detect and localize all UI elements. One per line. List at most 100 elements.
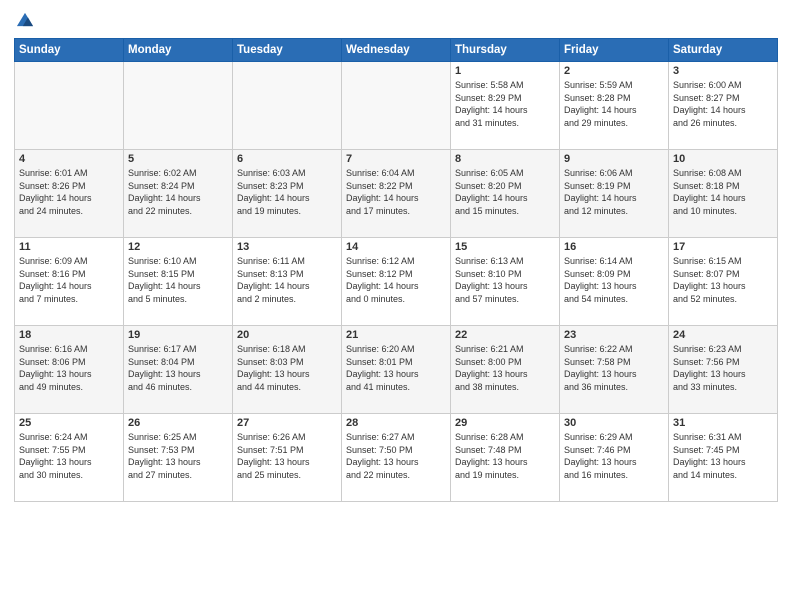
day-info: Sunrise: 6:22 AM Sunset: 7:58 PM Dayligh… <box>564 343 664 393</box>
day-number: 8 <box>455 153 555 165</box>
day-info: Sunrise: 6:16 AM Sunset: 8:06 PM Dayligh… <box>19 343 119 393</box>
weekday-header: Saturday <box>669 39 778 62</box>
calendar-cell: 13 Sunrise: 6:11 AM Sunset: 8:13 PM Dayli… <box>233 238 342 326</box>
calendar-cell: 22Sunrise: 6:21 AM Sunset: 8:00 PM Dayli… <box>451 326 560 414</box>
day-info: Sunrise: 5:58 AM Sunset: 8:29 PM Dayligh… <box>455 79 555 129</box>
day-info: Sunrise: 6:08 AM Sunset: 8:18 PM Dayligh… <box>673 167 773 217</box>
weekday-row: SundayMondayTuesdayWednesdayThursdayFrid… <box>15 39 778 62</box>
day-number: 23 <box>564 329 664 341</box>
day-number: 31 <box>673 417 773 429</box>
calendar-cell: 11 Sunrise: 6:09 AM Sunset: 8:16 PM Dayli… <box>15 238 124 326</box>
weekday-header: Wednesday <box>342 39 451 62</box>
day-number: 24 <box>673 329 773 341</box>
day-number: 18 <box>19 329 119 341</box>
calendar-cell: 30 Sunrise: 6:29 AM Sunset: 7:46 PM Dayli… <box>560 414 669 502</box>
calendar-cell <box>124 62 233 150</box>
day-info: Sunrise: 6:27 AM Sunset: 7:50 PM Dayligh… <box>346 431 446 481</box>
day-info: Sunrise: 6:05 AM Sunset: 8:20 PM Dayligh… <box>455 167 555 217</box>
calendar-cell: 17 Sunrise: 6:15 AM Sunset: 8:07 PM Dayli… <box>669 238 778 326</box>
day-info: Sunrise: 6:04 AM Sunset: 8:22 PM Dayligh… <box>346 167 446 217</box>
day-number: 5 <box>128 153 228 165</box>
page-container: SundayMondayTuesdayWednesdayThursdayFrid… <box>0 0 792 612</box>
calendar-cell: 12 Sunrise: 6:10 AM Sunset: 8:15 PM Dayli… <box>124 238 233 326</box>
calendar-cell: 18 Sunrise: 6:16 AM Sunset: 8:06 PM Dayli… <box>15 326 124 414</box>
calendar-cell: 15 Sunrise: 6:13 AM Sunset: 8:10 PM Dayli… <box>451 238 560 326</box>
day-info: Sunrise: 6:11 AM Sunset: 8:13 PM Dayligh… <box>237 255 337 305</box>
day-info: Sunrise: 6:09 AM Sunset: 8:16 PM Dayligh… <box>19 255 119 305</box>
day-info: Sunrise: 6:24 AM Sunset: 7:55 PM Dayligh… <box>19 431 119 481</box>
calendar-cell: 31 Sunrise: 6:31 AM Sunset: 7:45 PM Dayli… <box>669 414 778 502</box>
calendar-cell <box>233 62 342 150</box>
calendar-cell: 6 Sunrise: 6:03 AM Sunset: 8:23 PM Daylig… <box>233 150 342 238</box>
day-number: 16 <box>564 241 664 253</box>
day-info: Sunrise: 6:26 AM Sunset: 7:51 PM Dayligh… <box>237 431 337 481</box>
day-number: 12 <box>128 241 228 253</box>
day-info: Sunrise: 5:59 AM Sunset: 8:28 PM Dayligh… <box>564 79 664 129</box>
calendar-cell: 7 Sunrise: 6:04 AM Sunset: 8:22 PM Daylig… <box>342 150 451 238</box>
day-info: Sunrise: 6:14 AM Sunset: 8:09 PM Dayligh… <box>564 255 664 305</box>
calendar-cell <box>15 62 124 150</box>
day-number: 10 <box>673 153 773 165</box>
day-number: 17 <box>673 241 773 253</box>
day-info: Sunrise: 6:15 AM Sunset: 8:07 PM Dayligh… <box>673 255 773 305</box>
day-number: 28 <box>346 417 446 429</box>
calendar-cell: 16 Sunrise: 6:14 AM Sunset: 8:09 PM Dayli… <box>560 238 669 326</box>
day-info: Sunrise: 6:02 AM Sunset: 8:24 PM Dayligh… <box>128 167 228 217</box>
day-number: 14 <box>346 241 446 253</box>
header <box>14 10 778 32</box>
day-number: 3 <box>673 65 773 77</box>
day-number: 21 <box>346 329 446 341</box>
calendar-cell: 14 Sunrise: 6:12 AM Sunset: 8:12 PM Dayli… <box>342 238 451 326</box>
day-info: Sunrise: 6:10 AM Sunset: 8:15 PM Dayligh… <box>128 255 228 305</box>
day-info: Sunrise: 6:28 AM Sunset: 7:48 PM Dayligh… <box>455 431 555 481</box>
day-number: 25 <box>19 417 119 429</box>
day-number: 11 <box>19 241 119 253</box>
calendar-cell: 21Sunrise: 6:20 AM Sunset: 8:01 PM Dayli… <box>342 326 451 414</box>
day-info: Sunrise: 6:21 AM Sunset: 8:00 PM Dayligh… <box>455 343 555 393</box>
day-info: Sunrise: 6:03 AM Sunset: 8:23 PM Dayligh… <box>237 167 337 217</box>
day-info: Sunrise: 6:00 AM Sunset: 8:27 PM Dayligh… <box>673 79 773 129</box>
day-info: Sunrise: 6:13 AM Sunset: 8:10 PM Dayligh… <box>455 255 555 305</box>
calendar-cell: 8 Sunrise: 6:05 AM Sunset: 8:20 PM Daylig… <box>451 150 560 238</box>
calendar-cell: 28 Sunrise: 6:27 AM Sunset: 7:50 PM Dayli… <box>342 414 451 502</box>
calendar-cell: 23 Sunrise: 6:22 AM Sunset: 7:58 PM Dayli… <box>560 326 669 414</box>
day-number: 4 <box>19 153 119 165</box>
day-number: 29 <box>455 417 555 429</box>
calendar-cell: 2 Sunrise: 5:59 AM Sunset: 8:28 PM Daylig… <box>560 62 669 150</box>
calendar-cell: 26Sunrise: 6:25 AM Sunset: 7:53 PM Dayli… <box>124 414 233 502</box>
calendar-week-row: 1 Sunrise: 5:58 AM Sunset: 8:29 PM Daylig… <box>15 62 778 150</box>
day-info: Sunrise: 6:25 AM Sunset: 7:53 PM Dayligh… <box>128 431 228 481</box>
weekday-header: Sunday <box>15 39 124 62</box>
day-info: Sunrise: 6:12 AM Sunset: 8:12 PM Dayligh… <box>346 255 446 305</box>
calendar-cell: 25 Sunrise: 6:24 AM Sunset: 7:55 PM Dayli… <box>15 414 124 502</box>
day-number: 1 <box>455 65 555 77</box>
day-info: Sunrise: 6:31 AM Sunset: 7:45 PM Dayligh… <box>673 431 773 481</box>
day-info: Sunrise: 6:18 AM Sunset: 8:03 PM Dayligh… <box>237 343 337 393</box>
calendar-cell: 5 Sunrise: 6:02 AM Sunset: 8:24 PM Daylig… <box>124 150 233 238</box>
calendar-week-row: 25 Sunrise: 6:24 AM Sunset: 7:55 PM Dayli… <box>15 414 778 502</box>
calendar-cell: 3 Sunrise: 6:00 AM Sunset: 8:27 PM Daylig… <box>669 62 778 150</box>
day-number: 6 <box>237 153 337 165</box>
calendar-cell: 4 Sunrise: 6:01 AM Sunset: 8:26 PM Daylig… <box>15 150 124 238</box>
day-number: 13 <box>237 241 337 253</box>
weekday-header: Thursday <box>451 39 560 62</box>
calendar-week-row: 4 Sunrise: 6:01 AM Sunset: 8:26 PM Daylig… <box>15 150 778 238</box>
calendar-body: 1 Sunrise: 5:58 AM Sunset: 8:29 PM Daylig… <box>15 62 778 502</box>
day-number: 15 <box>455 241 555 253</box>
weekday-header: Tuesday <box>233 39 342 62</box>
day-info: Sunrise: 6:01 AM Sunset: 8:26 PM Dayligh… <box>19 167 119 217</box>
day-number: 27 <box>237 417 337 429</box>
day-number: 9 <box>564 153 664 165</box>
calendar-cell: 9Sunrise: 6:06 AM Sunset: 8:19 PM Daylig… <box>560 150 669 238</box>
day-info: Sunrise: 6:29 AM Sunset: 7:46 PM Dayligh… <box>564 431 664 481</box>
day-number: 30 <box>564 417 664 429</box>
calendar-week-row: 11 Sunrise: 6:09 AM Sunset: 8:16 PM Dayli… <box>15 238 778 326</box>
calendar-cell: 20Sunrise: 6:18 AM Sunset: 8:03 PM Dayli… <box>233 326 342 414</box>
day-info: Sunrise: 6:23 AM Sunset: 7:56 PM Dayligh… <box>673 343 773 393</box>
day-info: Sunrise: 6:17 AM Sunset: 8:04 PM Dayligh… <box>128 343 228 393</box>
day-number: 2 <box>564 65 664 77</box>
calendar-table: SundayMondayTuesdayWednesdayThursdayFrid… <box>14 38 778 502</box>
logo <box>14 10 38 32</box>
calendar-cell <box>342 62 451 150</box>
day-number: 7 <box>346 153 446 165</box>
